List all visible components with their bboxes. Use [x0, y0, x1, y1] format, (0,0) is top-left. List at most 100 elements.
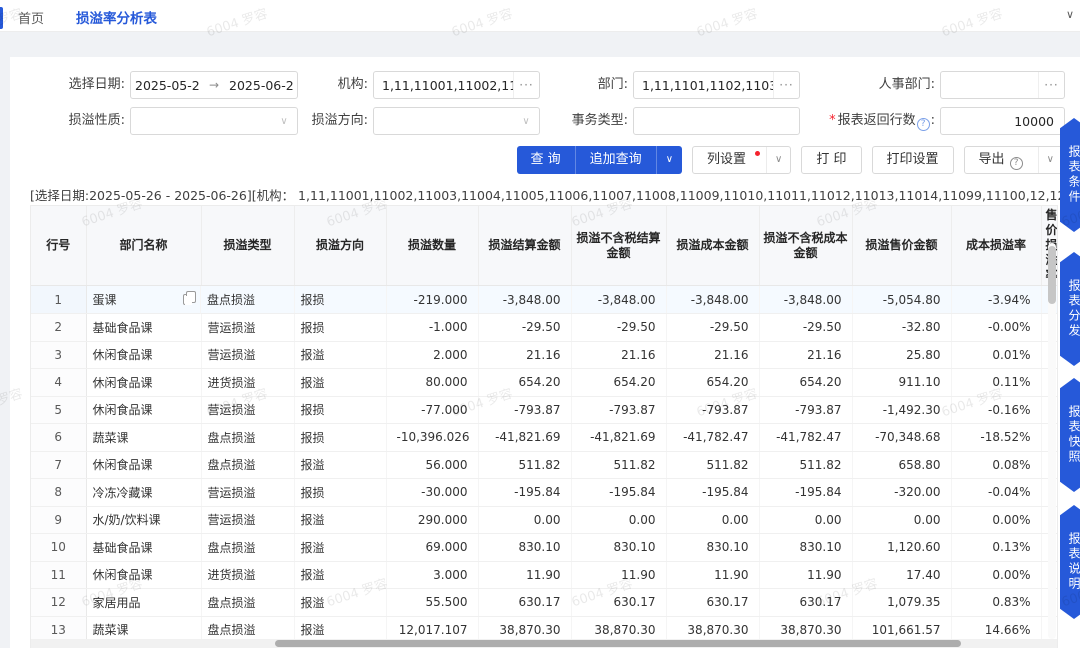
column-header[interactable]: 损溢不含税结算金额 — [571, 206, 666, 286]
cell: -320.00 — [852, 479, 951, 507]
tab-home[interactable]: 首页 — [18, 8, 44, 27]
side-tab-2[interactable]: 报表分发 — [1060, 252, 1080, 366]
table-header-row: 行号部门名称损溢类型损溢方向损溢数量损溢结算金额损溢不含税结算金额损溢成本金额损… — [31, 206, 1058, 286]
cell: 营运损溢 — [201, 341, 294, 369]
export-chevron-icon[interactable]: ∨ — [1038, 147, 1062, 173]
tab-loss-rate-report[interactable]: 损溢率分析表 — [76, 7, 157, 27]
cell: -41,782.47 — [759, 424, 852, 452]
cell: 654.20 — [571, 369, 666, 397]
cell: 营运损溢 — [201, 479, 294, 507]
vertical-scrollbar-thumb[interactable] — [1048, 246, 1056, 304]
cell: 56.000 — [386, 451, 478, 479]
table-row[interactable]: 12家居用品盘点损溢报溢55.500630.17630.17630.17630.… — [31, 589, 1058, 617]
date-range-input[interactable]: 2025-05-2 → 2025-06-2 — [130, 71, 298, 99]
cell: -3,848.00 — [759, 286, 852, 314]
side-tab-4[interactable]: 报表说明 — [1060, 505, 1080, 619]
column-settings-button[interactable]: 列设置 — [693, 147, 766, 173]
column-header[interactable]: 损溢结算金额 — [478, 206, 571, 286]
cell: -29.50 — [478, 314, 571, 342]
print-settings-button[interactable]: 打印设置 — [873, 147, 953, 173]
column-header[interactable]: 损溢方向 — [294, 206, 386, 286]
side-tab-1[interactable]: 报表条件 — [1060, 118, 1080, 232]
query-button[interactable]: 查 询 — [517, 146, 575, 174]
cell: 25.80 — [852, 341, 951, 369]
ellipsis-picker-icon[interactable]: ··· — [513, 72, 539, 98]
column-header[interactable]: 损溢数量 — [386, 206, 478, 286]
side-tab-label: 报表快照 — [1067, 405, 1080, 465]
loss-nature-select[interactable]: ∨ — [130, 107, 298, 135]
table-row[interactable]: 1蛋课盘点损溢报损-219.000-3,848.00-3,848.00-3,84… — [31, 286, 1058, 314]
org-input[interactable]: 1,11,11001,11002,110 ··· — [373, 71, 540, 99]
table-row[interactable]: 11休闲食品课进货损溢报溢3.00011.9011.9011.9011.9017… — [31, 561, 1058, 589]
cell: -29.50 — [571, 314, 666, 342]
dept-input[interactable]: 1,11,1101,1102,1103, ··· — [633, 71, 800, 99]
cell: 630.17 — [571, 589, 666, 617]
query-dropdown-chevron-icon[interactable]: ∨ — [656, 146, 682, 174]
org-label: 机构: — [300, 71, 368, 99]
hr-dept-label: 人事部门: — [850, 71, 935, 99]
row-count-label: *报表返回行数?: — [770, 107, 935, 135]
cell: 冷冻冷藏课 — [86, 479, 201, 507]
arrow-right-icon: → — [203, 78, 225, 92]
cell: 休闲食品课 — [86, 451, 201, 479]
table-row[interactable]: 2基础食品课营运损溢报损-1.000-29.50-29.50-29.50-29.… — [31, 314, 1058, 342]
table-row[interactable]: 6蔬菜课盘点损溢报损-10,396.026-41,821.69-41,821.6… — [31, 424, 1058, 452]
table-row[interactable]: 4休闲食品课进货损溢报溢80.000654.20654.20654.20654.… — [31, 369, 1058, 397]
column-header[interactable]: 成本损溢率 — [951, 206, 1041, 286]
export-button[interactable]: 导出 ? — [965, 147, 1038, 173]
copy-icon[interactable] — [183, 294, 192, 305]
column-header[interactable]: 损溢成本金额 — [666, 206, 759, 286]
ellipsis-picker-icon[interactable]: ··· — [1038, 72, 1064, 98]
horizontal-scrollbar[interactable] — [31, 639, 1058, 648]
chevron-down-icon[interactable]: ∨ — [1066, 8, 1074, 21]
cell: 7 — [31, 451, 86, 479]
date-range-label: 选择日期: — [30, 71, 125, 99]
cell: 11.90 — [759, 561, 852, 589]
row-count-value: 10000 — [941, 114, 1064, 129]
side-tab-3[interactable]: 报表快照 — [1060, 378, 1080, 492]
table-row[interactable]: 3休闲食品课营运损溢报溢2.00021.1621.1621.1621.1625.… — [31, 341, 1058, 369]
cell: 654.20 — [478, 369, 571, 397]
print-button[interactable]: 打 印 — [802, 147, 860, 173]
vertical-scrollbar[interactable] — [1048, 243, 1056, 639]
column-header[interactable]: 损溢售价金额 — [852, 206, 951, 286]
column-header[interactable]: 损溢类型 — [201, 206, 294, 286]
cell: 5 — [31, 396, 86, 424]
cell: 0.83% — [951, 589, 1041, 617]
ellipsis-picker-icon[interactable]: ··· — [773, 72, 799, 98]
cell: -32.80 — [852, 314, 951, 342]
cell: 0.00 — [571, 506, 666, 534]
cell: 报损 — [294, 286, 386, 314]
horizontal-scrollbar-thumb[interactable] — [275, 640, 961, 647]
side-tab-label: 报表条件 — [1067, 145, 1080, 205]
cell: -195.84 — [666, 479, 759, 507]
question-circle-icon[interactable]: ? — [917, 118, 930, 131]
column-settings-chevron-icon[interactable]: ∨ — [766, 147, 790, 173]
cell: -3,848.00 — [571, 286, 666, 314]
column-header[interactable]: 部门名称 — [86, 206, 201, 286]
row-count-input[interactable]: 10000 — [940, 107, 1065, 135]
cell: 511.82 — [571, 451, 666, 479]
table-row[interactable]: 7休闲食品课盘点损溢报溢56.000511.82511.82511.82511.… — [31, 451, 1058, 479]
table-row[interactable]: 10基础食品课盘点损溢报溢69.000830.10830.10830.10830… — [31, 534, 1058, 562]
table-row[interactable]: 5休闲食品课营运损溢报损-77.000-793.87-793.87-793.87… — [31, 396, 1058, 424]
loss-direction-select[interactable]: ∨ — [373, 107, 540, 135]
cell: 报溢 — [294, 506, 386, 534]
append-query-button[interactable]: 追加查询 — [575, 146, 656, 174]
cell: 21.16 — [478, 341, 571, 369]
hr-dept-input[interactable]: ··· — [940, 71, 1065, 99]
loss-direction-label: 损溢方向: — [290, 107, 368, 135]
report-panel: 选择日期: 2025-05-2 → 2025-06-2 机构: 1,11,110… — [10, 57, 1080, 648]
column-header[interactable]: 行号 — [31, 206, 86, 286]
column-header[interactable]: 损溢不含税成本金额 — [759, 206, 852, 286]
cell: 654.20 — [666, 369, 759, 397]
cell: 0.13% — [951, 534, 1041, 562]
table-row[interactable]: 8冷冻冷藏课营运损溢报损-30.000-195.84-195.84-195.84… — [31, 479, 1058, 507]
cell: 进货损溢 — [201, 369, 294, 397]
table-row[interactable]: 9水/奶/饮料课营运损溢报溢290.0000.000.000.000.000.0… — [31, 506, 1058, 534]
cell: 511.82 — [666, 451, 759, 479]
cell: 0.00 — [478, 506, 571, 534]
toolbar: 查 询 追加查询 ∨ 列设置 ∨ 打 印 打印设置 导出 ? ∨ — [517, 146, 1063, 174]
cell: -793.87 — [571, 396, 666, 424]
cell: -77.000 — [386, 396, 478, 424]
